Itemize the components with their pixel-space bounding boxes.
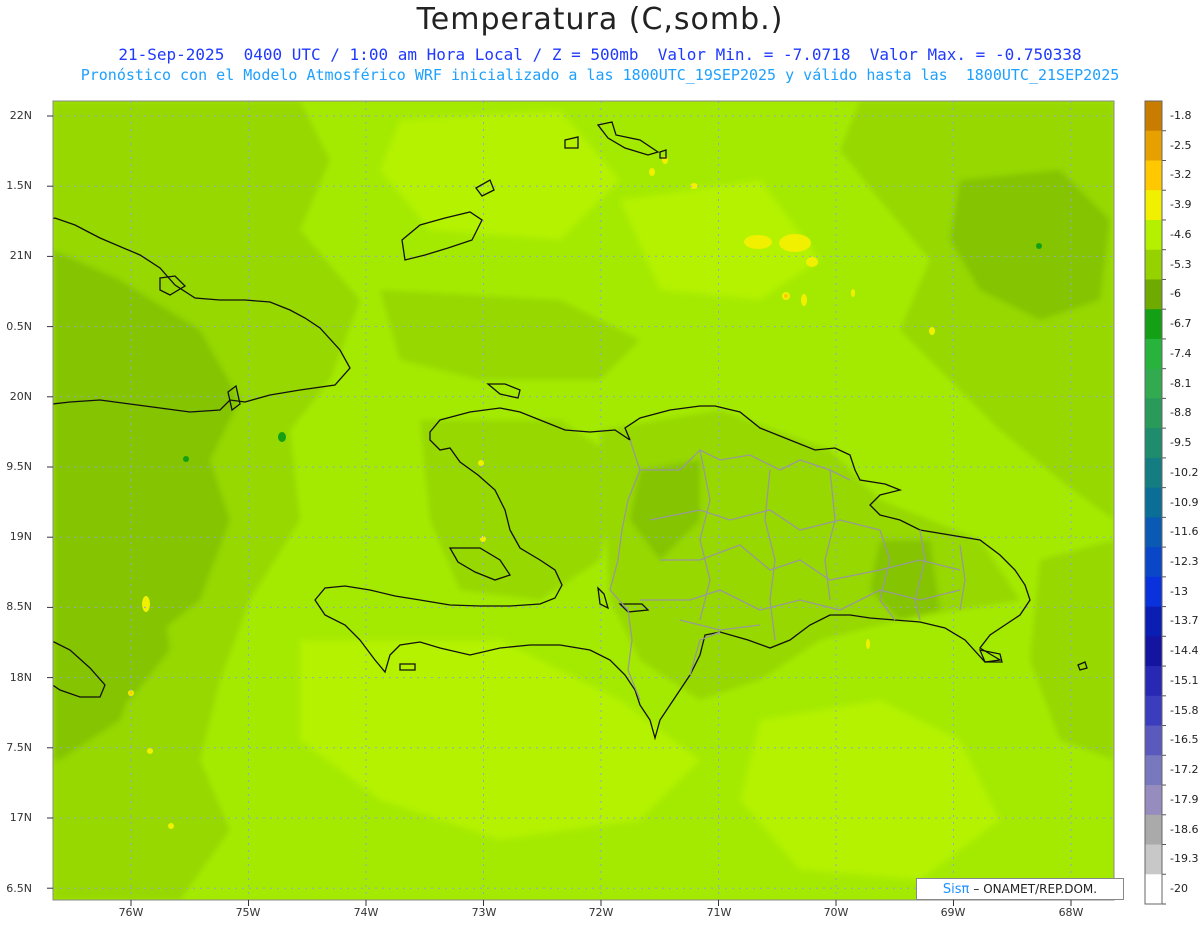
- colorbar-swatch: [1145, 695, 1162, 727]
- colorbar-swatch: [1145, 368, 1162, 399]
- colorbar-label: -6: [1170, 287, 1181, 301]
- colorbar-label: -13: [1170, 584, 1188, 598]
- colorbar-label: -10.9: [1170, 495, 1199, 509]
- colorbar-swatch: [1145, 814, 1162, 846]
- colorbar-label: -3.9: [1170, 198, 1192, 212]
- colorbar-swatch: [1145, 755, 1162, 786]
- credit-text: – ONAMET/REP.DOM.: [973, 882, 1098, 896]
- lon-label: 71W: [706, 906, 732, 919]
- colorbar-label: -4.6: [1170, 227, 1192, 241]
- colorbar-swatch: [1145, 338, 1162, 370]
- lon-label: 70W: [823, 906, 849, 919]
- colorbar-label: -16.5: [1170, 733, 1199, 747]
- temperature-map: [47, 100, 1166, 906]
- colorbar-label: -19.3: [1170, 852, 1199, 866]
- colorbar-label: -20: [1170, 882, 1188, 896]
- lon-label: 69W: [940, 906, 966, 919]
- lon-label: 76W: [118, 906, 144, 919]
- colorbar-label: -12.3: [1170, 554, 1199, 568]
- colorbar-label: -18.6: [1170, 822, 1199, 836]
- colorbar-swatch: [1145, 160, 1162, 191]
- colorbar-swatch: [1145, 487, 1162, 518]
- colorbar-swatch: [1145, 130, 1162, 161]
- lat-label: 0.5N: [6, 320, 32, 333]
- lat-label: 22N: [9, 109, 32, 122]
- lon-label: 68W: [1058, 906, 1084, 919]
- colorbar-swatch: [1145, 309, 1162, 340]
- lat-label: 9.5N: [6, 460, 32, 473]
- lat-label: 17N: [9, 811, 32, 824]
- colorbar-label: -14.4: [1170, 644, 1199, 658]
- colorbar: [1144, 100, 1166, 905]
- colorbar-swatch: [1145, 785, 1162, 816]
- sispi-logo: Sisπ: [942, 881, 970, 897]
- colorbar-swatch: [1145, 457, 1162, 489]
- colorbar-label: -1.8: [1170, 108, 1192, 122]
- colorbar-label: -9.5: [1170, 436, 1192, 450]
- colorbar-swatch: [1145, 874, 1162, 905]
- colorbar-swatch: [1145, 101, 1162, 132]
- lat-label: 18N: [9, 671, 32, 684]
- lat-label: 21N: [9, 249, 32, 262]
- lat-label: 20N: [9, 390, 32, 403]
- colorbar-swatch: [1145, 576, 1162, 608]
- colorbar-swatch: [1145, 428, 1162, 459]
- colorbar-swatch: [1145, 606, 1162, 637]
- lat-label: 1.5N: [6, 179, 32, 192]
- colorbar-label: -15.8: [1170, 703, 1199, 717]
- colorbar-label: -15.1: [1170, 673, 1199, 687]
- colorbar-swatch: [1145, 666, 1162, 697]
- colorbar-label: -11.6: [1170, 525, 1199, 539]
- colorbar-swatch: [1145, 636, 1162, 667]
- colorbar-swatch: [1145, 279, 1162, 310]
- colorbar-swatch: [1145, 547, 1162, 578]
- lat-label: 19N: [9, 530, 32, 543]
- colorbar-swatch: [1145, 725, 1162, 756]
- colorbar-label: -5.3: [1170, 257, 1192, 271]
- colorbar-label: -2.5: [1170, 138, 1192, 152]
- colorbar-swatch: [1145, 517, 1162, 548]
- colorbar-label: -8.8: [1170, 406, 1192, 420]
- colorbar-swatch: [1145, 844, 1162, 875]
- credit-box: Sisπ – ONAMET/REP.DOM.: [916, 878, 1124, 900]
- colorbar-label: -8.1: [1170, 376, 1192, 390]
- lon-label: 74W: [353, 906, 379, 919]
- colorbar-swatch: [1145, 398, 1162, 429]
- colorbar-label: -10.2: [1170, 465, 1199, 479]
- colorbar-swatch: [1145, 249, 1162, 280]
- colorbar-label: -6.7: [1170, 317, 1192, 331]
- colorbar-swatch: [1145, 190, 1162, 221]
- colorbar-label: -17.9: [1170, 792, 1199, 806]
- lat-label: 8.5N: [6, 600, 32, 613]
- colorbar-label: -7.4: [1170, 346, 1192, 360]
- lon-label: 75W: [235, 906, 261, 919]
- colorbar-label: -13.7: [1170, 614, 1199, 628]
- lat-label: 7.5N: [6, 741, 32, 754]
- colorbar-label: -3.2: [1170, 168, 1192, 182]
- lat-label: 6.5N: [6, 882, 32, 895]
- colorbar-label: -17.2: [1170, 763, 1199, 777]
- lon-label: 72W: [588, 906, 614, 919]
- colorbar-swatch: [1145, 219, 1162, 251]
- lon-label: 73W: [471, 906, 497, 919]
